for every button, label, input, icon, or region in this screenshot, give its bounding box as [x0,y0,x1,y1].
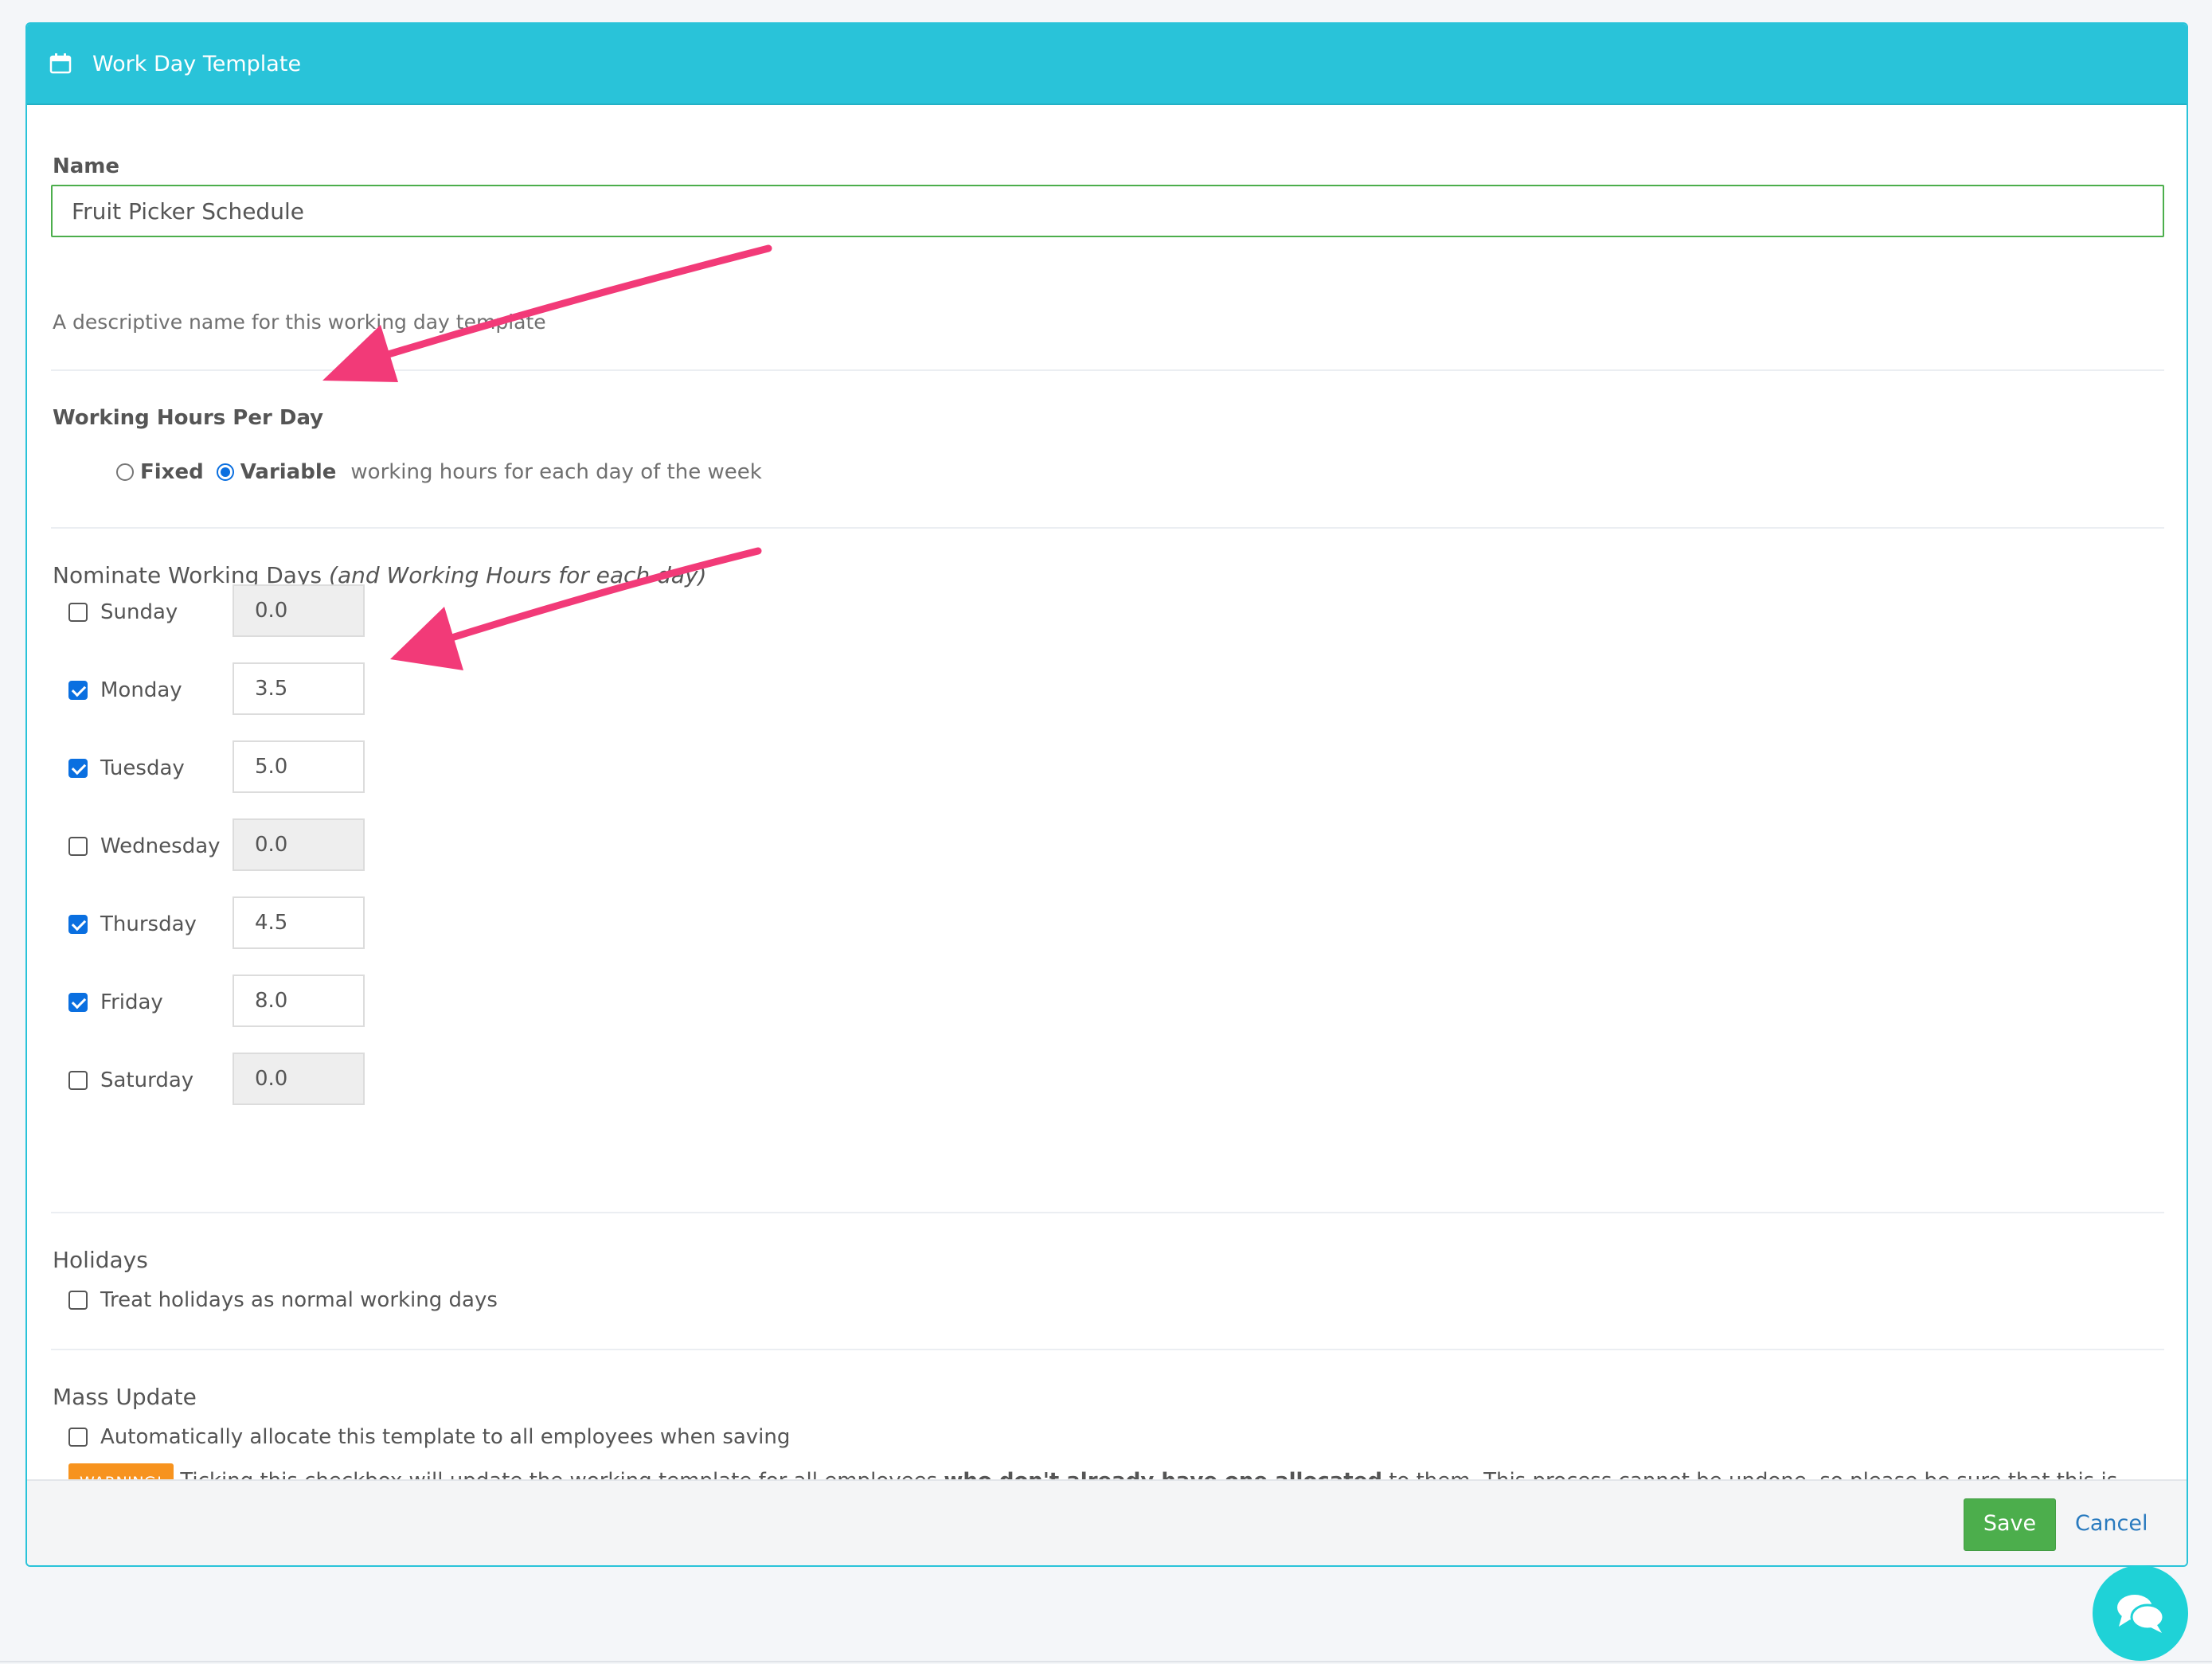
day-checkbox-saturday[interactable] [68,1071,88,1090]
fixed-radio-label: Fixed [140,460,204,484]
divider [51,1212,2164,1213]
work-day-template-panel: Work Day Template Name A descriptive nam… [25,22,2188,1567]
mass-update-title: Mass Update [53,1384,197,1410]
day-row-wednesday: Wednesday [68,834,228,858]
name-hint: A descriptive name for this working day … [53,311,546,334]
cancel-link[interactable]: Cancel [2075,1498,2148,1549]
page-bottom-border [0,1661,2212,1662]
day-hours-input-thursday[interactable]: 4.5 [233,896,365,949]
variable-radio[interactable] [216,463,234,481]
day-label: Wednesday [100,834,221,858]
holidays-option[interactable]: Treat holidays as normal working days [68,1288,498,1312]
holidays-title: Holidays [53,1247,148,1273]
day-hours-input-friday[interactable]: 8.0 [233,975,365,1027]
day-label: Friday [100,990,163,1014]
day-checkbox-tuesday[interactable] [68,759,88,778]
day-label: Sunday [100,600,178,624]
day-hours-input-sunday: 0.0 [233,584,365,637]
day-label: Saturday [100,1068,194,1092]
mass-update-checkbox[interactable] [68,1428,88,1447]
variable-radio-label: Variable [240,460,337,484]
day-row-monday: Monday [68,678,228,702]
day-checkbox-friday[interactable] [68,993,88,1012]
chat-bubbles-icon [2117,1595,2165,1633]
day-row-friday: Friday [68,990,228,1014]
working-days-title: Nominate Working Days (and Working Hours… [53,562,706,588]
day-label: Tuesday [100,756,185,780]
panel-header: Work Day Template [27,24,2187,105]
save-button[interactable]: Save [1964,1498,2056,1551]
working-days-title-suffix: (and Working Hours for each day) [329,562,707,588]
panel-title: Work Day Template [92,51,302,76]
day-hours-input-saturday: 0.0 [233,1053,365,1105]
name-label: Name [53,154,120,178]
day-row-saturday: Saturday [68,1068,228,1092]
holidays-checkbox-label: Treat holidays as normal working days [100,1288,498,1312]
day-row-sunday: Sunday [68,600,228,624]
working-hours-label: Working Hours Per Day [53,406,324,430]
day-checkbox-monday[interactable] [68,681,88,700]
panel-footer: Save Cancel [27,1479,2187,1565]
day-checkbox-wednesday[interactable] [68,837,88,856]
chat-button[interactable] [2093,1565,2188,1661]
calendar-icon [49,53,72,74]
divider [51,1349,2164,1350]
holidays-checkbox[interactable] [68,1291,88,1310]
divider [51,369,2164,371]
day-row-thursday: Thursday [68,912,228,936]
day-hours-input-monday[interactable]: 3.5 [233,662,365,715]
day-hours-input-tuesday[interactable]: 5.0 [233,740,365,793]
working-hours-options: Fixed Variable working hours for each da… [53,460,762,484]
day-label: Thursday [100,912,197,936]
mass-update-checkbox-label: Automatically allocate this template to … [100,1425,791,1449]
mass-update-option[interactable]: Automatically allocate this template to … [68,1425,790,1449]
day-hours-input-wednesday: 0.0 [233,818,365,871]
day-label: Monday [100,678,182,702]
divider [51,527,2164,529]
working-hours-suffix: working hours for each day of the week [350,460,762,484]
name-input[interactable] [51,185,2164,237]
day-row-tuesday: Tuesday [68,756,228,780]
day-checkbox-sunday[interactable] [68,603,88,622]
fixed-radio[interactable] [116,463,134,481]
day-checkbox-thursday[interactable] [68,915,88,934]
